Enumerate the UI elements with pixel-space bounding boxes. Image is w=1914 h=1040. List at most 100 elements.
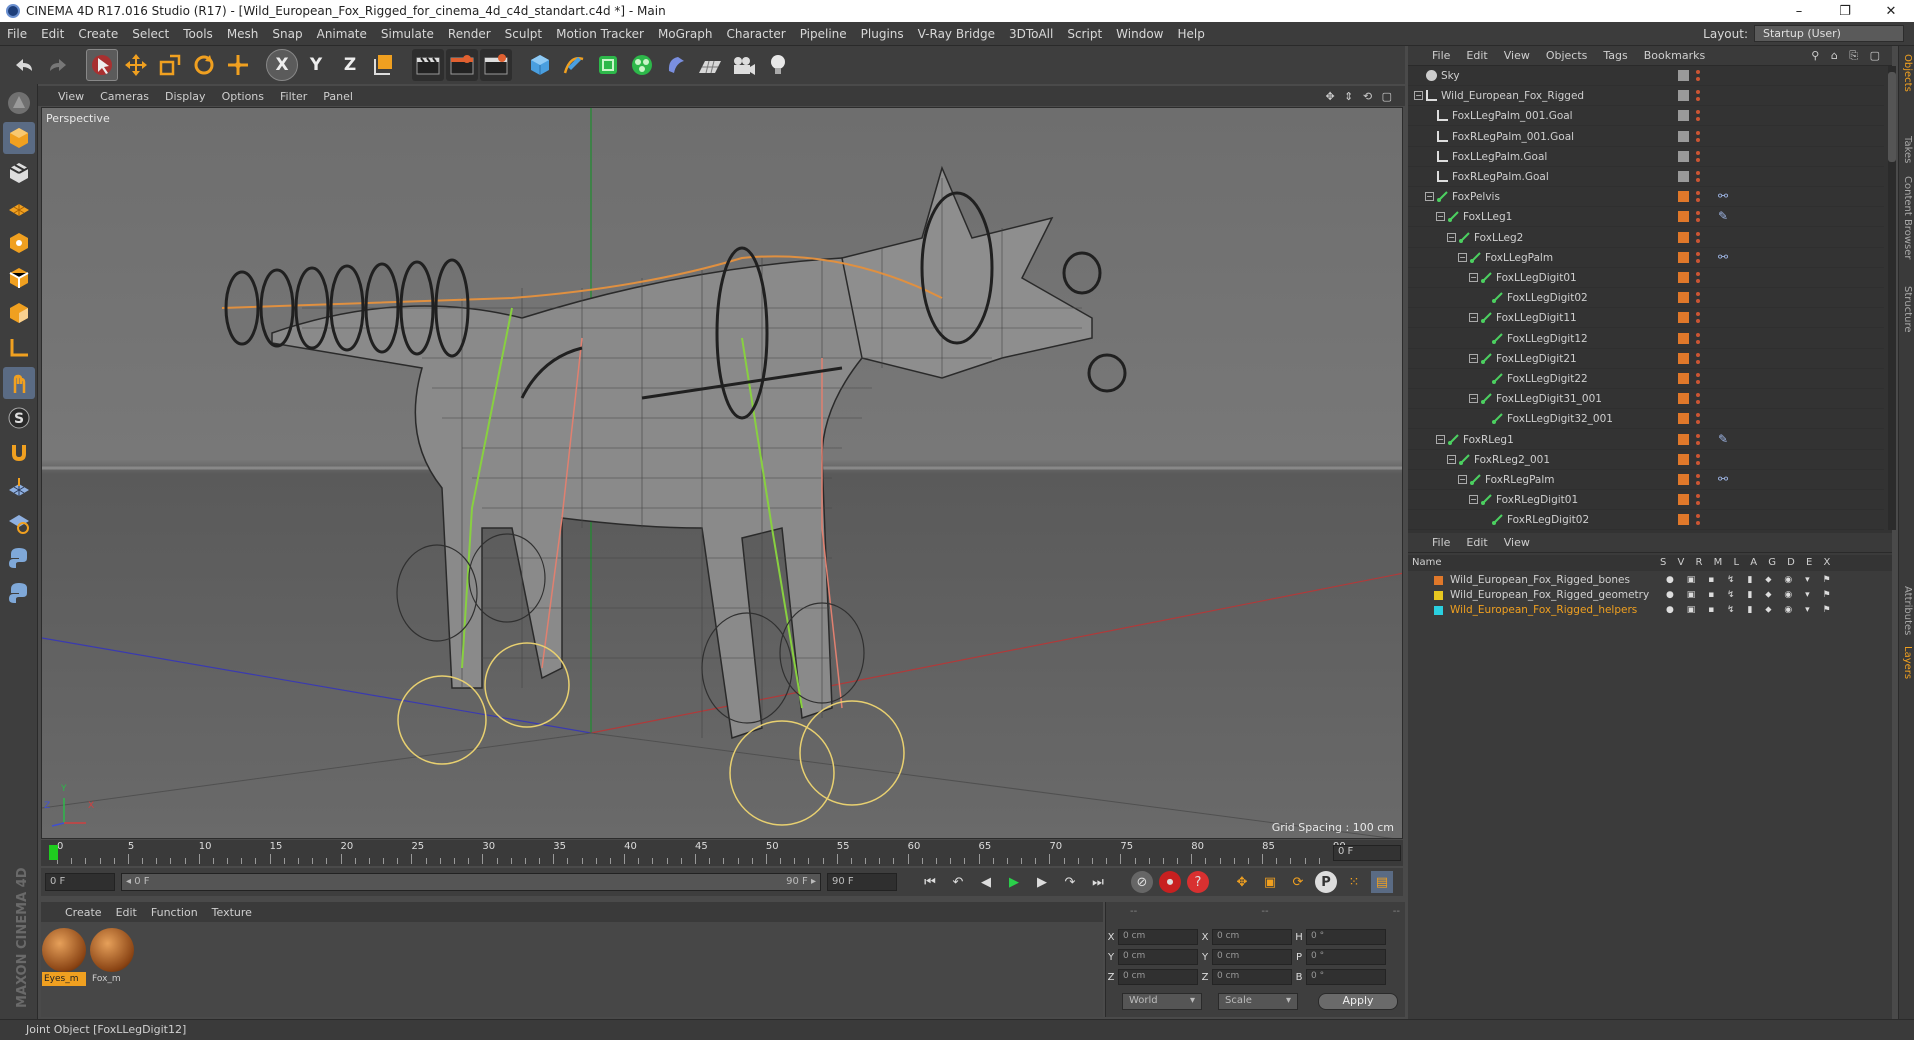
- object-row[interactable]: − FoxRLegPalm ⚯: [1408, 470, 1884, 490]
- previous-frame-icon[interactable]: ◀: [975, 871, 997, 893]
- record-parameter-icon[interactable]: P: [1315, 871, 1337, 893]
- render-visibility-dot[interactable]: [1696, 400, 1700, 405]
- render-visibility-dot[interactable]: [1696, 481, 1700, 485]
- layer-flag-icons[interactable]: ● ▣ ▪ ↯ ▮ ⬥ ◉ ▾ ⚑: [1666, 575, 1836, 585]
- layer-tag-swatch[interactable]: [1678, 171, 1689, 182]
- previous-keyframe-icon[interactable]: ↶: [947, 871, 969, 893]
- snap-icon[interactable]: S: [3, 402, 35, 434]
- editor-visibility-dot[interactable]: [1696, 70, 1700, 74]
- object-row[interactable]: FoxRLegPalm_001.Goal: [1408, 127, 1884, 147]
- timeline-ruler[interactable]: 051015202530354045505560657075808590 0 F: [41, 840, 1403, 866]
- expand-toggle[interactable]: −: [1469, 394, 1478, 404]
- expand-toggle[interactable]: −: [1447, 232, 1456, 242]
- menu-sculpt[interactable]: Sculpt: [498, 27, 549, 41]
- menu-plugins[interactable]: Plugins: [854, 27, 911, 41]
- editor-visibility-dot[interactable]: [1696, 110, 1700, 115]
- object-row[interactable]: − FoxLLegDigit21: [1408, 349, 1884, 369]
- layer-tag-swatch[interactable]: [1678, 332, 1689, 344]
- layer-tag-swatch[interactable]: [1678, 474, 1689, 485]
- editor-visibility-dot[interactable]: [1696, 494, 1700, 499]
- layer-color-swatch[interactable]: [1434, 576, 1443, 585]
- viewport-navigation-icons[interactable]: ✥ ⇕ ⟲ ▢: [1325, 90, 1405, 103]
- expand-toggle[interactable]: −: [1436, 434, 1445, 444]
- deformer-icon[interactable]: [660, 49, 692, 81]
- viewport-menu-cameras[interactable]: Cameras: [100, 90, 149, 103]
- expand-toggle[interactable]: −: [1458, 252, 1467, 262]
- python-console-icon[interactable]: [3, 577, 35, 609]
- position-x-field[interactable]: 0 cm: [1118, 929, 1198, 945]
- undo-button[interactable]: [8, 49, 40, 81]
- edges-mode-icon[interactable]: [3, 262, 35, 294]
- editor-visibility-dot[interactable]: [1696, 90, 1700, 95]
- menu-file[interactable]: File: [0, 27, 34, 41]
- render-visibility-dot[interactable]: [1696, 440, 1700, 445]
- menu-pipeline[interactable]: Pipeline: [793, 27, 854, 41]
- minimize-button[interactable]: –: [1776, 4, 1822, 19]
- render-visibility-dot[interactable]: [1696, 137, 1700, 142]
- light-icon[interactable]: [762, 49, 794, 81]
- cloner-icon[interactable]: [626, 49, 658, 81]
- floor-icon[interactable]: [694, 49, 726, 81]
- menu-simulate[interactable]: Simulate: [374, 27, 441, 41]
- object-tree-scrollbar[interactable]: [1888, 66, 1896, 530]
- menu-animate[interactable]: Animate: [310, 27, 374, 41]
- menu-select[interactable]: Select: [125, 27, 176, 41]
- go-to-end-icon[interactable]: ⏭: [1087, 871, 1109, 893]
- editor-visibility-dot[interactable]: [1696, 150, 1700, 155]
- object-row[interactable]: FoxLLegPalm.Goal: [1408, 147, 1884, 167]
- tab-objects[interactable]: Objects: [1902, 54, 1913, 134]
- current-frame-field[interactable]: 0 F: [1333, 845, 1401, 861]
- y-axis-lock-button[interactable]: Y: [300, 49, 332, 81]
- live-selection-tool[interactable]: [86, 49, 118, 81]
- render-visibility-dot[interactable]: [1696, 359, 1700, 364]
- timeline-playhead[interactable]: [49, 845, 58, 860]
- size-x-field[interactable]: 0 cm: [1212, 929, 1292, 945]
- editor-visibility-dot[interactable]: [1696, 373, 1700, 377]
- menu-help[interactable]: Help: [1170, 27, 1211, 41]
- render-visibility-dot[interactable]: [1696, 279, 1700, 283]
- object-row[interactable]: − FoxLLeg1 ✎: [1408, 207, 1884, 228]
- editor-visibility-dot[interactable]: [1696, 474, 1700, 478]
- tab-layers[interactable]: Layers: [1902, 646, 1913, 726]
- render-visibility-dot[interactable]: [1696, 501, 1700, 506]
- render-visibility-dot[interactable]: [1696, 339, 1700, 344]
- redo-button[interactable]: [42, 49, 74, 81]
- editor-visibility-dot[interactable]: [1696, 292, 1700, 297]
- layer-tag-swatch[interactable]: [1678, 70, 1689, 81]
- object-row[interactable]: FoxLLegDigit02: [1408, 288, 1884, 309]
- editor-visibility-dot[interactable]: [1696, 130, 1700, 135]
- object-row[interactable]: − FoxLLegDigit31_001: [1408, 389, 1884, 410]
- keyframe-selection-icon[interactable]: ?: [1187, 871, 1209, 893]
- apply-button[interactable]: Apply: [1318, 993, 1398, 1010]
- coordinate-system-button[interactable]: [368, 49, 400, 81]
- editor-visibility-dot[interactable]: [1696, 514, 1700, 519]
- editor-visibility-dot[interactable]: [1696, 231, 1700, 236]
- rotate-tool[interactable]: [188, 49, 220, 81]
- restore-button[interactable]: ❐: [1822, 4, 1868, 19]
- menu-character[interactable]: Character: [719, 27, 792, 41]
- locked-workplane-icon[interactable]: [3, 507, 35, 539]
- ik-tag-icon[interactable]: ⚯: [1718, 189, 1728, 203]
- object-row[interactable]: − FoxPelvis ⚯: [1408, 187, 1884, 208]
- autokey-icon[interactable]: ⏺: [1159, 871, 1181, 893]
- objects-menu-file[interactable]: File: [1432, 49, 1450, 62]
- menu-create[interactable]: Create: [71, 27, 125, 41]
- layer-color-swatch[interactable]: [1434, 606, 1443, 615]
- object-row[interactable]: FoxLLegPalm_001.Goal: [1408, 106, 1884, 127]
- render-visibility-dot[interactable]: [1696, 97, 1700, 102]
- layer-flag-icons[interactable]: ● ▣ ▪ ↯ ▮ ⬥ ◉ ▾ ⚑: [1666, 590, 1836, 600]
- layer-color-swatch[interactable]: [1434, 591, 1443, 600]
- editor-visibility-dot[interactable]: [1696, 433, 1700, 438]
- menu-tools[interactable]: Tools: [176, 27, 220, 41]
- last-tool[interactable]: [222, 49, 254, 81]
- go-to-start-icon[interactable]: ⏮: [919, 871, 941, 893]
- layer-flag-icons[interactable]: ● ▣ ▪ ↯ ▮ ⬥ ◉ ▾ ⚑: [1666, 605, 1836, 615]
- material-eyes-m[interactable]: Eyes_m: [42, 928, 86, 988]
- viewport-menu-options[interactable]: Options: [222, 90, 264, 103]
- start-frame-field[interactable]: 0 F: [45, 873, 115, 891]
- layer-row[interactable]: Wild_European_Fox_Rigged_geometry ● ▣ ▪ ↯…: [1408, 588, 1892, 603]
- play-icon[interactable]: ▶: [1003, 871, 1025, 893]
- position-z-field[interactable]: 0 cm: [1118, 969, 1198, 985]
- rotation-p-field[interactable]: 0 °: [1306, 949, 1386, 965]
- layer-tag-swatch[interactable]: [1678, 514, 1689, 526]
